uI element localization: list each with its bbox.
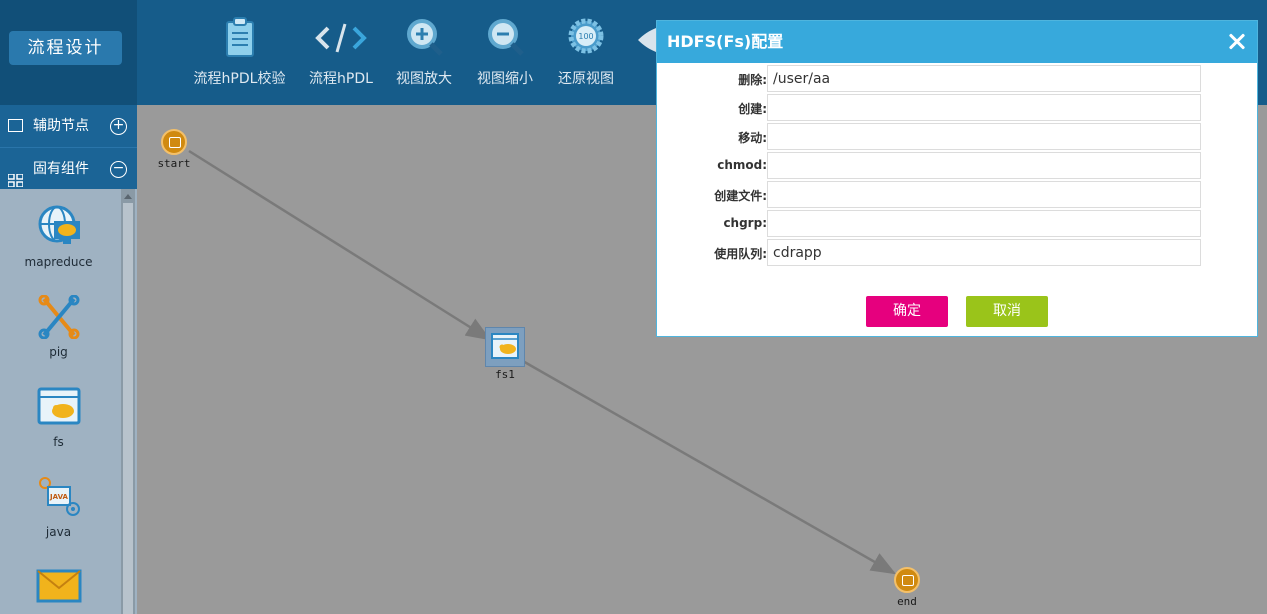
validate-hpdl-label: 流程hPDL校验 bbox=[193, 71, 286, 87]
zoom-in-label: 视图放大 bbox=[396, 71, 452, 87]
zoom-in-icon bbox=[404, 16, 444, 60]
field-label-chgrp: chgrp: bbox=[723, 216, 767, 230]
node-label-start: start bbox=[157, 157, 191, 170]
sidebar: 辅助节点 + 固有组件 − mapreduce pig fs JAVA java bbox=[0, 105, 137, 614]
chgrp-input[interactable] bbox=[767, 210, 1201, 237]
field-row-chgrp: chgrp: bbox=[657, 210, 1259, 239]
palette-label-fs: fs bbox=[53, 435, 64, 449]
fs-node-icon bbox=[485, 327, 525, 367]
pig-icon bbox=[36, 294, 82, 340]
palette-item-mapreduce[interactable]: mapreduce bbox=[0, 205, 117, 269]
palette-item-pig[interactable]: pig bbox=[0, 294, 117, 359]
collapse-minus-icon[interactable]: − bbox=[110, 161, 127, 178]
aux-nodes-label: 辅助节点 bbox=[33, 118, 89, 134]
component-palette: mapreduce pig fs JAVA java bbox=[0, 189, 121, 614]
field-label-chmod: chmod: bbox=[717, 158, 767, 172]
field-row-create: 创建: bbox=[657, 94, 1259, 123]
builtin-components-label: 固有组件 bbox=[33, 161, 89, 177]
node-end[interactable]: end bbox=[891, 567, 923, 608]
fs-icon bbox=[36, 385, 82, 429]
field-label-create-file: 创建文件: bbox=[714, 189, 767, 203]
validate-hpdl-button[interactable]: 流程hPDL校验 bbox=[193, 12, 286, 92]
mapreduce-icon bbox=[36, 205, 82, 249]
expand-plus-icon[interactable]: + bbox=[110, 118, 127, 135]
email-icon bbox=[36, 565, 82, 609]
create-input[interactable] bbox=[767, 94, 1201, 121]
hdfs-config-dialog: HDFS(Fs)配置 删除: 创建: 移动: chmod: 创建文件: chgr… bbox=[656, 20, 1258, 337]
code-icon bbox=[314, 16, 368, 60]
queue-input[interactable] bbox=[767, 239, 1201, 266]
reset-view-icon: 100 bbox=[566, 16, 606, 60]
field-row-chmod: chmod: bbox=[657, 152, 1259, 181]
field-label-queue: 使用队列: bbox=[714, 247, 767, 261]
delete-input[interactable] bbox=[767, 65, 1201, 92]
cancel-button[interactable]: 取消 bbox=[966, 296, 1048, 327]
svg-text:JAVA: JAVA bbox=[49, 493, 68, 501]
palette-label-pig: pig bbox=[49, 345, 68, 359]
window-icon bbox=[8, 119, 23, 132]
builtin-components-section[interactable]: 固有组件 − bbox=[0, 147, 137, 189]
field-label-create: 创建: bbox=[738, 102, 767, 116]
clipboard-icon bbox=[220, 16, 260, 60]
zoom-out-label: 视图缩小 bbox=[477, 71, 533, 87]
move-input[interactable] bbox=[767, 123, 1201, 150]
hpdl-label: 流程hPDL bbox=[309, 71, 373, 87]
palette-scrollbar[interactable] bbox=[121, 189, 135, 614]
brand-area: 流程设计 bbox=[0, 0, 137, 105]
java-icon: JAVA bbox=[36, 475, 82, 519]
end-node-icon bbox=[894, 567, 920, 593]
palette-label-mapreduce: mapreduce bbox=[24, 255, 93, 269]
field-row-delete: 删除: bbox=[657, 65, 1259, 94]
palette-item-email[interactable] bbox=[0, 565, 117, 614]
node-start[interactable]: start bbox=[155, 129, 193, 170]
reset-view-button[interactable]: 100 还原视图 bbox=[555, 12, 617, 92]
edge-start-fs1 bbox=[188, 149, 492, 341]
field-label-move: 移动: bbox=[738, 131, 767, 145]
zoom-in-button[interactable]: 视图放大 bbox=[393, 12, 455, 92]
grid-icon bbox=[7, 162, 24, 188]
eye-icon[interactable] bbox=[638, 24, 656, 54]
aux-nodes-section[interactable]: 辅助节点 + bbox=[0, 105, 137, 147]
palette-item-java[interactable]: JAVA java bbox=[0, 475, 117, 539]
palette-item-fs[interactable]: fs bbox=[0, 385, 117, 449]
scroll-thumb[interactable] bbox=[123, 203, 133, 614]
edge-fs1-end bbox=[520, 358, 897, 575]
confirm-button[interactable]: 确定 bbox=[866, 296, 948, 327]
zoom-out-button[interactable]: 视图缩小 bbox=[474, 12, 536, 92]
flow-design-button[interactable]: 流程设计 bbox=[9, 31, 122, 65]
palette-label-java: java bbox=[45, 525, 72, 539]
field-row-create-file: 创建文件: bbox=[657, 181, 1259, 210]
scroll-up-icon[interactable] bbox=[124, 194, 132, 199]
chmod-input[interactable] bbox=[767, 152, 1201, 179]
field-label-delete: 删除: bbox=[738, 73, 767, 87]
dialog-header: HDFS(Fs)配置 bbox=[657, 21, 1257, 63]
hpdl-button[interactable]: 流程hPDL bbox=[306, 12, 376, 92]
node-label-end: end bbox=[897, 595, 917, 608]
create-file-input[interactable] bbox=[767, 181, 1201, 208]
dialog-title: HDFS(Fs)配置 bbox=[667, 32, 784, 51]
field-row-move: 移动: bbox=[657, 123, 1259, 152]
zoom-out-icon bbox=[485, 16, 525, 60]
reset-view-label: 还原视图 bbox=[558, 71, 614, 87]
svg-text:100: 100 bbox=[578, 32, 593, 41]
node-label-fs1: fs1 bbox=[495, 368, 515, 381]
node-fs1[interactable]: fs1 bbox=[484, 327, 526, 381]
field-row-queue: 使用队列: bbox=[657, 239, 1259, 268]
close-icon[interactable] bbox=[1225, 30, 1249, 54]
start-node-icon bbox=[161, 129, 187, 155]
